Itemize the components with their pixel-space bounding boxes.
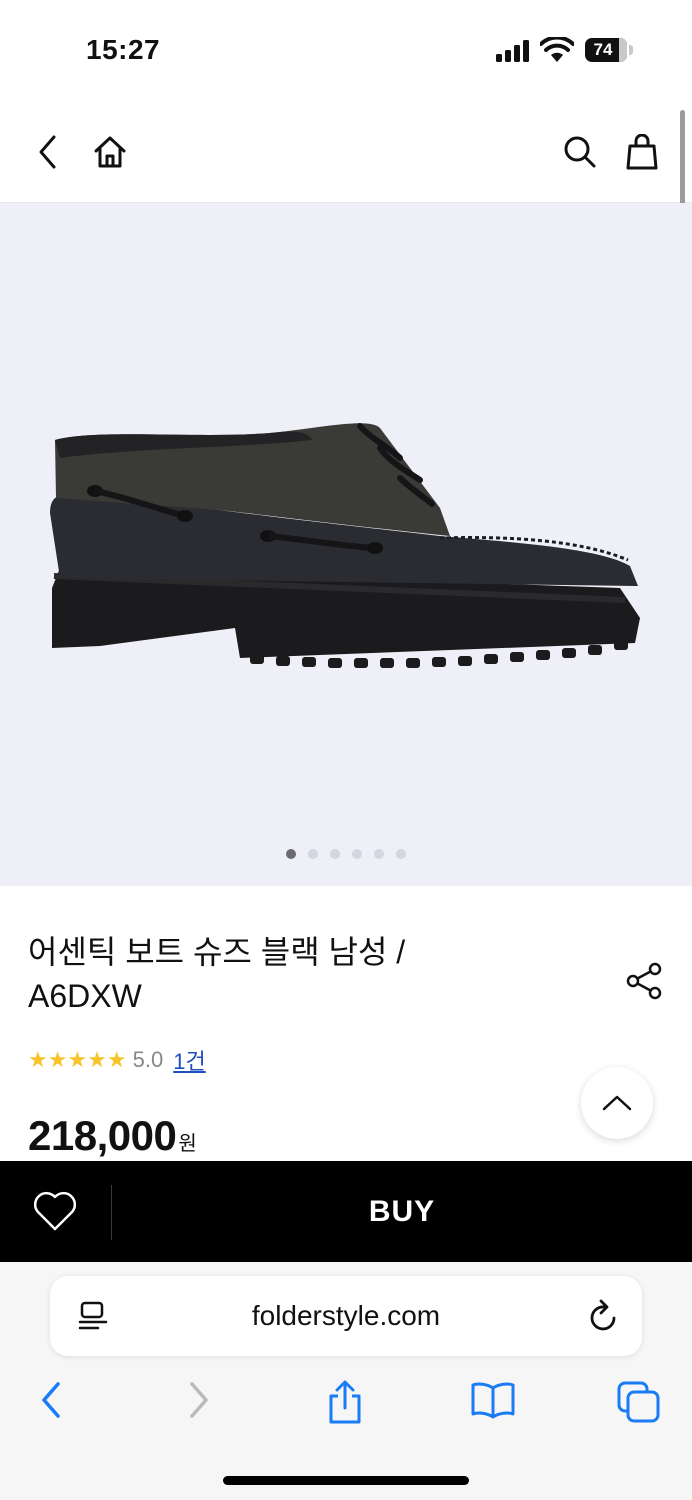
product-info: 어센틱 보트 슈즈 블랙 남성 / A6DXW ★★★★★ 5.0 1건 218…	[0, 886, 692, 1162]
url-text: folderstyle.com	[251, 1300, 441, 1331]
heart-icon	[33, 1191, 77, 1231]
star-rating-icon: ★★★★★	[28, 1047, 127, 1072]
search-icon	[564, 136, 596, 168]
search-button[interactable]	[558, 130, 602, 174]
back-button[interactable]	[26, 130, 70, 174]
bag-icon	[626, 134, 658, 170]
scroll-to-top-button[interactable]	[581, 1067, 653, 1139]
carousel-dot[interactable]	[352, 849, 362, 859]
share-icon	[626, 962, 662, 1000]
buy-button[interactable]: BUY	[112, 1161, 692, 1262]
status-bar: 15:27 74	[0, 0, 692, 100]
home-indicator[interactable]	[223, 1476, 469, 1485]
battery-icon: 74	[585, 38, 627, 62]
product-title: 어센틱 보트 슈즈 블랙 남성 / A6DXW	[28, 934, 406, 1014]
carousel-dot[interactable]	[286, 849, 296, 859]
back-icon	[39, 135, 56, 169]
product-rating: ★★★★★ 5.0 1건	[28, 1044, 206, 1076]
reload-icon[interactable]	[588, 1298, 620, 1334]
product-image-gallery[interactable]	[0, 203, 692, 886]
cellular-signal-icon	[496, 40, 529, 62]
wishlist-button[interactable]	[32, 1189, 78, 1233]
carousel-dot[interactable]	[374, 849, 384, 859]
top-navigation	[0, 100, 692, 203]
purchase-bar: BUY	[0, 1161, 692, 1262]
carousel-dot[interactable]	[308, 849, 318, 859]
price-currency: 원	[178, 1133, 197, 1155]
share-button[interactable]	[624, 960, 666, 1002]
product-price: 218,000 원	[28, 1112, 197, 1160]
tabs-icon[interactable]	[616, 1380, 662, 1424]
chevron-up-icon	[602, 1095, 632, 1111]
home-button[interactable]	[88, 130, 132, 174]
browser-forward-icon[interactable]	[184, 1380, 214, 1420]
carousel-indicator[interactable]	[0, 849, 692, 859]
home-icon	[94, 136, 126, 168]
shopping-bag-button[interactable]	[620, 130, 664, 174]
carousel-dot[interactable]	[330, 849, 340, 859]
product-image	[50, 423, 640, 668]
review-count-link[interactable]: 1건	[173, 1044, 205, 1076]
battery-level: 74	[593, 40, 613, 59]
bookmarks-icon[interactable]	[470, 1380, 516, 1420]
address-bar[interactable]: folderstyle.com	[50, 1276, 642, 1356]
wifi-icon	[540, 37, 574, 62]
browser-toolbar: folderstyle.com	[0, 1262, 692, 1500]
browser-share-icon[interactable]	[326, 1380, 364, 1426]
carousel-dot[interactable]	[396, 849, 406, 859]
rating-score: 5.0	[132, 1047, 164, 1072]
browser-back-icon[interactable]	[36, 1380, 66, 1420]
price-value: 218,000	[28, 1112, 177, 1159]
status-time: 15:27	[86, 34, 161, 65]
